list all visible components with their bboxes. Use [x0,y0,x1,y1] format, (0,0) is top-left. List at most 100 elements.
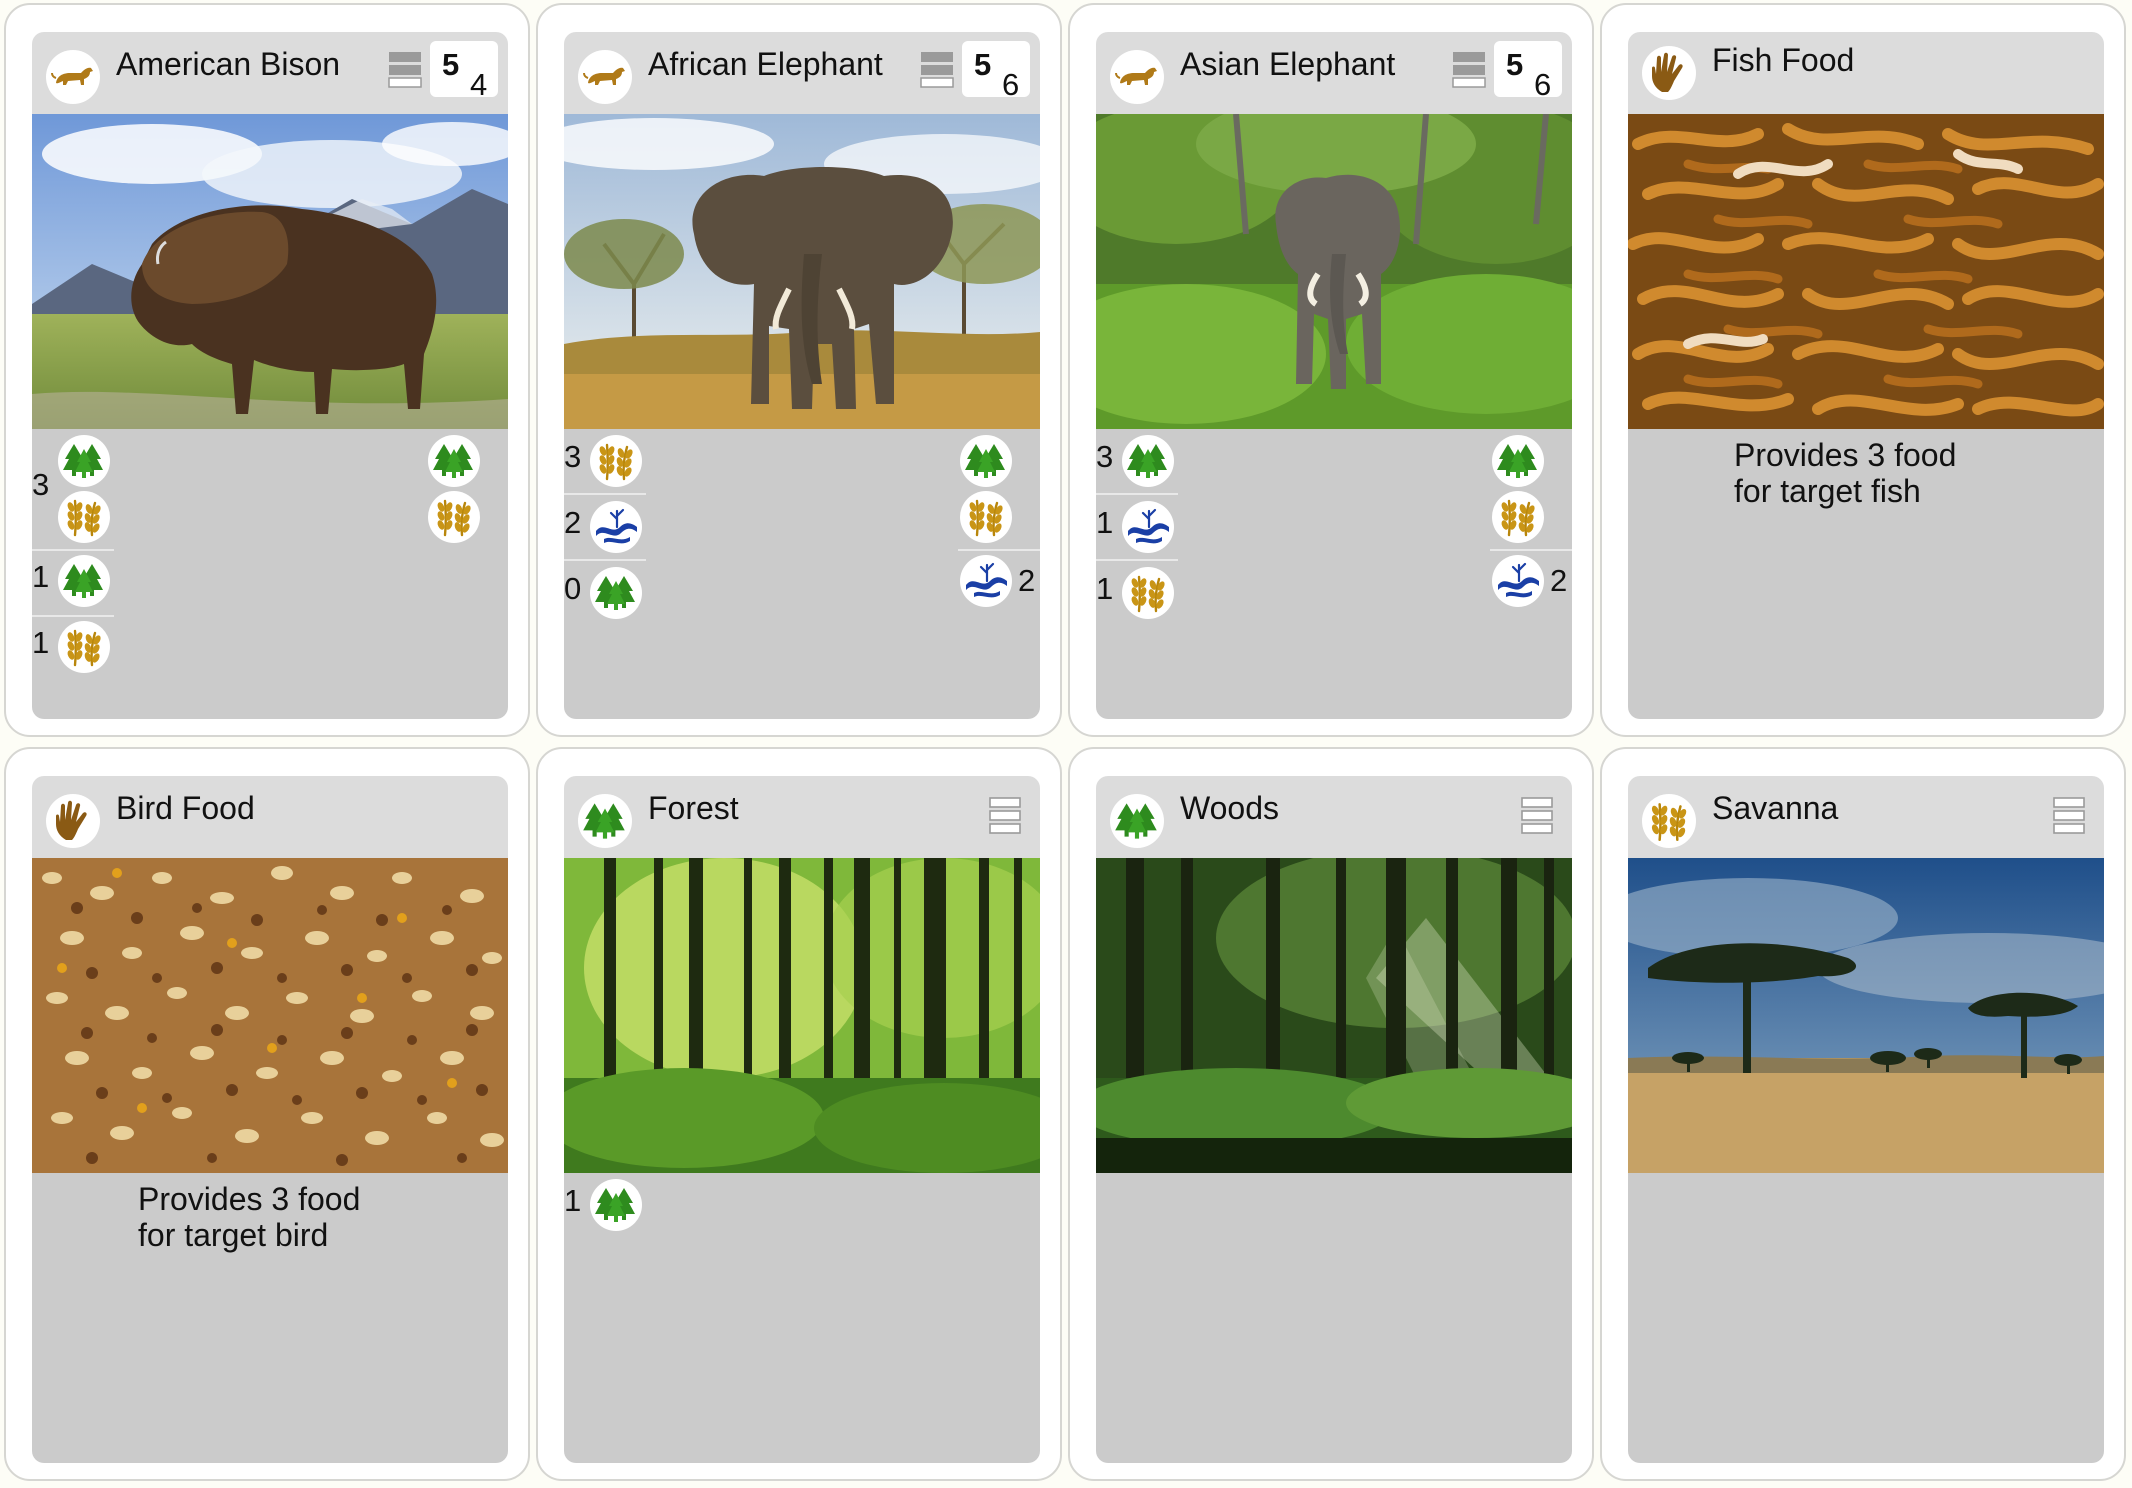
card-photo-mealworms [1628,114,2104,429]
separator [32,549,114,551]
card-photo-asian-elephant [1096,114,1572,429]
cost-badge: 5 4 [430,41,498,102]
card-header: Asian Elephant 5 6 [1096,32,1572,114]
card-photo-bison [32,114,508,429]
card-title: Forest [648,790,739,826]
card-asian-elephant[interactable]: Asian Elephant 5 6 3 1 1 2 [1068,3,1594,737]
grain-icon [960,491,1012,543]
card-photo-african-elephant [564,114,1040,429]
cost-primary: 5 [1506,47,1524,82]
grain-icon [58,491,110,543]
card-photo-savanna [1628,858,2104,1173]
provides-count: 2 [1018,563,1036,598]
requirement-count: 3 [32,467,50,502]
card-title: Fish Food [1712,42,1855,78]
separator [564,559,646,561]
requirement-count: 3 [1096,439,1114,474]
card-african-elephant[interactable]: African Elephant 5 6 3 2 0 2 [536,3,1062,737]
cost-primary: 5 [974,47,992,82]
water-icon [1122,501,1174,553]
description-line: Provides 3 food [1734,437,1957,473]
card-header: American Bison 5 4 [32,32,508,114]
card-photo-birdseed [32,858,508,1173]
requirement-count: 1 [1096,505,1114,540]
forest-icon [1110,794,1164,848]
animal-icon [46,50,100,104]
stack-icon [2052,796,2086,836]
grain-icon [428,491,480,543]
requirement-count: 2 [564,505,582,540]
requirement-count: 1 [32,559,50,594]
card-body: Provides 3 food for target fish [1628,429,2104,719]
forest-icon [590,1179,642,1231]
card-forest[interactable]: Forest 1 [536,747,1062,1481]
card-body: Provides 3 food for target bird [32,1173,508,1463]
separator [564,493,646,495]
card-title: Bird Food [116,790,255,826]
separator [1096,559,1178,561]
forest-icon [1492,435,1544,487]
forest-icon [58,555,110,607]
requirement-count: 1 [564,1183,582,1218]
description-line: for target fish [1734,473,1921,509]
water-icon [960,555,1012,607]
separator [32,615,114,617]
provides-count: 2 [1550,563,1568,598]
grain-icon [58,621,110,673]
forest-icon [590,567,642,619]
card-title: Asian Elephant [1180,46,1396,82]
grain-icon [1122,567,1174,619]
stack-icon [1520,796,1554,836]
cost-secondary: 6 [1002,67,1020,102]
stack-icon [920,50,954,90]
card-header: Savanna [1628,776,2104,858]
card-header: African Elephant 5 6 [564,32,1040,114]
card-header: Bird Food [32,776,508,858]
card-savanna[interactable]: Savanna [1600,747,2126,1481]
requirement-count: 0 [564,571,582,606]
cost-primary: 5 [442,47,460,82]
forest-icon [578,794,632,848]
separator [958,549,1040,551]
card-woods[interactable]: Woods [1068,747,1594,1481]
cost-badge: 5 6 [962,41,1030,102]
grain-icon [590,435,642,487]
water-icon [590,501,642,553]
card-bird-food[interactable]: Bird Food Provides 3 food for target bir… [4,747,530,1481]
card-photo-forest [564,858,1040,1173]
stack-icon [988,796,1022,836]
card-title: Woods [1180,790,1280,826]
card-american-bison[interactable]: American Bison 5 4 3 1 1 [4,3,530,737]
card-body: 1 [564,1173,1040,1463]
water-icon [1492,555,1544,607]
stack-icon [1452,50,1486,90]
hand-icon [1642,46,1696,100]
separator [1490,549,1572,551]
forest-icon [960,435,1012,487]
forest-icon [58,435,110,487]
forest-icon [1122,435,1174,487]
cost-badge: 5 6 [1494,41,1562,102]
card-title: African Elephant [648,46,883,82]
animal-icon [1110,50,1164,104]
grain-icon [1492,491,1544,543]
forest-icon [428,435,480,487]
requirement-count: 1 [1096,571,1114,606]
requirement-count: 3 [564,439,582,474]
cost-secondary: 6 [1534,67,1552,102]
description-line: for target bird [138,1217,329,1253]
animal-icon [578,50,632,104]
cost-secondary: 4 [470,67,488,102]
description-line: Provides 3 food [138,1181,361,1217]
separator [1096,493,1178,495]
card-body: 3 2 0 2 [564,429,1040,719]
card-header: Woods [1096,776,1572,858]
card-header: Forest [564,776,1040,858]
card-body [1096,1173,1572,1463]
card-fish-food[interactable]: Fish Food Provides 3 food for target fis… [1600,3,2126,737]
card-header: Fish Food [1628,32,2104,114]
stack-icon [388,50,422,90]
card-title: Savanna [1712,790,1839,826]
card-body: 3 1 1 [32,429,508,719]
card-description: Provides 3 food for target fish [1734,437,1956,509]
